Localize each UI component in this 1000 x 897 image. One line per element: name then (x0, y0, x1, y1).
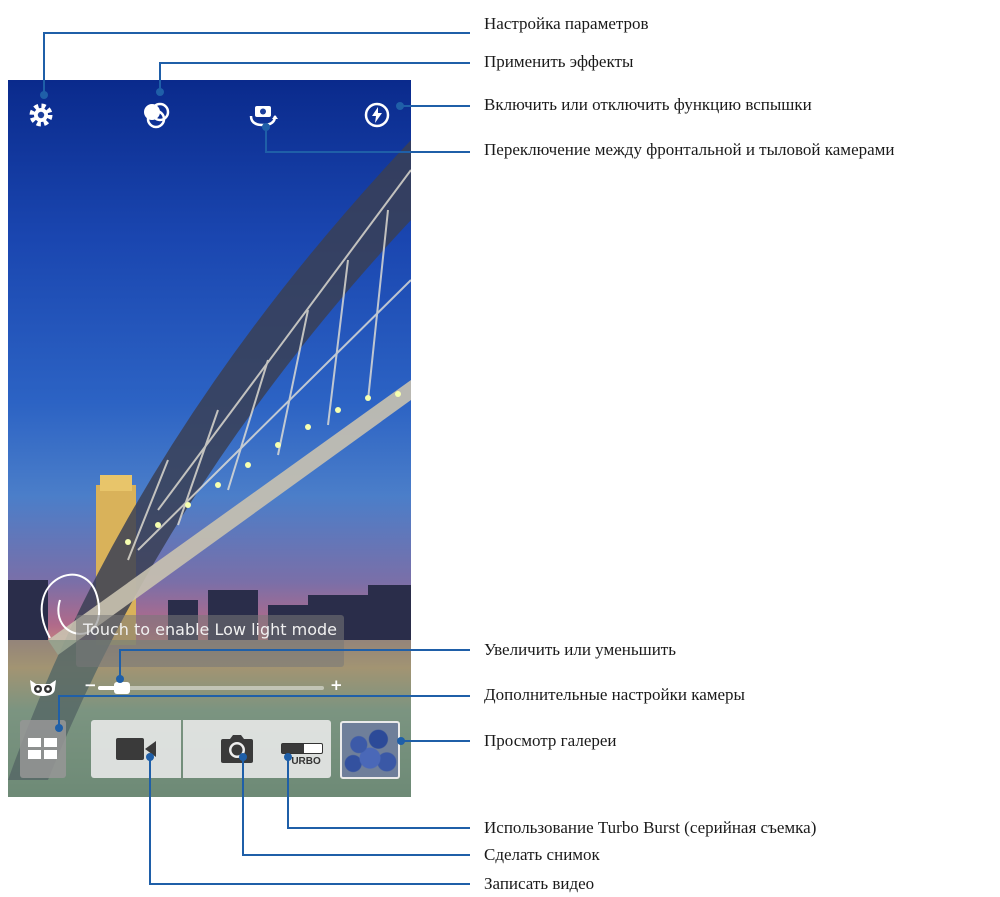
callout-zoom: Увеличить или уменьшить (484, 640, 676, 659)
callout-flash: Включить или отключить функцию вспышки (484, 95, 812, 114)
callout-line-video (149, 757, 470, 885)
callout-settings: Настройка параметров (484, 14, 649, 33)
callout-advanced: Дополнительные настройки камеры (484, 685, 745, 704)
callout-lines (40, 32, 470, 885)
callout-gallery: Просмотр галереи (484, 731, 617, 750)
callout-switch-camera: Переключение между фронтальной и тыловой… (484, 140, 895, 159)
callout-line-zoom (119, 649, 470, 679)
callout-line-effects (159, 62, 470, 92)
callout-line-advanced (58, 695, 470, 728)
callout-effects: Применить эффекты (484, 52, 634, 71)
callout-shutter: Сделать снимок (484, 845, 600, 864)
callout-line-turbo (287, 757, 470, 829)
callout-line-shutter (242, 757, 470, 856)
callout-line-switch-camera (265, 127, 470, 153)
callout-turbo: Использование Turbo Burst (серийная съем… (484, 818, 817, 837)
callout-video: Записать видео (484, 874, 595, 893)
